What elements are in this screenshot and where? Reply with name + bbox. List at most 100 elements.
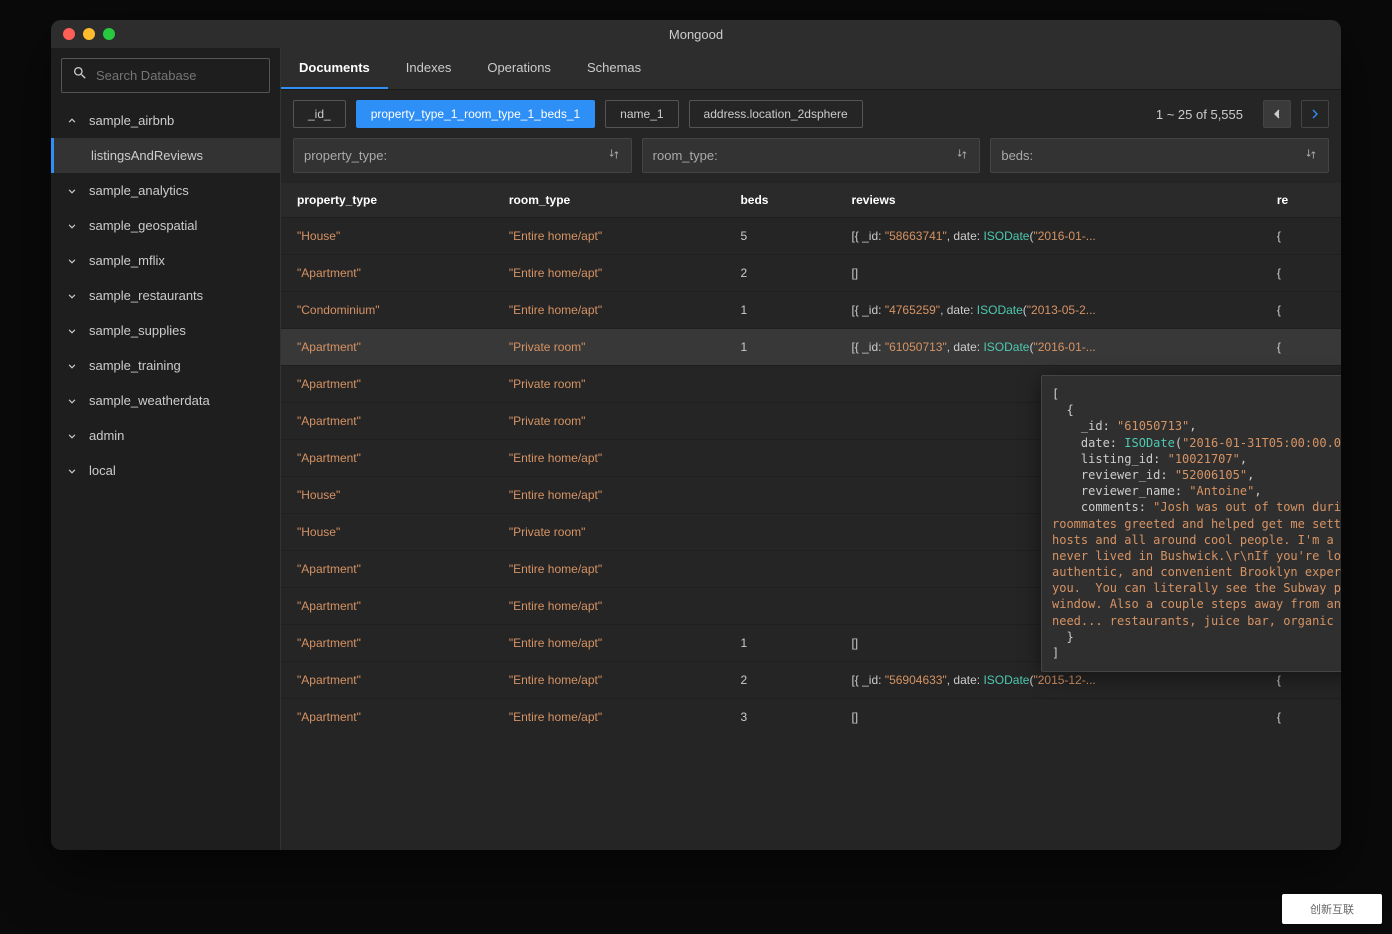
cell-beds: 5: [724, 218, 835, 255]
chevron-down-icon: [65, 429, 79, 443]
maximize-icon[interactable]: [103, 28, 115, 40]
filter-row: property_type: room_type: beds:: [281, 138, 1341, 183]
index-name_1[interactable]: name_1: [605, 100, 678, 128]
db-sample_restaurants[interactable]: sample_restaurants: [51, 278, 280, 313]
cell-beds: [724, 551, 835, 588]
cell-property-type: "Apartment": [281, 329, 493, 366]
tab-bar: DocumentsIndexesOperationsSchemas: [281, 48, 1341, 90]
app-window: Mongood sample_airbnblistingsAndReviewss…: [51, 20, 1341, 850]
db-label: sample_mflix: [89, 253, 165, 268]
index-property_type_1_room_type_1_beds_1[interactable]: property_type_1_room_type_1_beds_1: [356, 100, 595, 128]
collection-listingsAndReviews[interactable]: listingsAndReviews: [51, 138, 280, 173]
table-row[interactable]: "House""Entire home/apt"5[{ _id: "586637…: [281, 218, 1341, 255]
col-reviews[interactable]: reviews: [835, 183, 1260, 218]
cell-extra: {: [1261, 329, 1341, 366]
prev-button[interactable]: [1263, 100, 1291, 128]
cell-reviews: [{ _id: "4765259", date: ISODate("2013-0…: [835, 292, 1260, 329]
filter-beds[interactable]: beds:: [990, 138, 1329, 173]
search-database[interactable]: [61, 58, 270, 93]
cell-beds: [724, 477, 835, 514]
chevron-down-icon: [65, 219, 79, 233]
cell-beds: [724, 366, 835, 403]
chevron-down-icon: [65, 464, 79, 478]
watermark: 创新互联: [1282, 894, 1382, 924]
window-controls: [51, 28, 115, 40]
cell-beds: 2: [724, 255, 835, 292]
filter-property_type[interactable]: property_type:: [293, 138, 632, 173]
db-label: sample_training: [89, 358, 181, 373]
cell-room-type: "Private room": [493, 366, 725, 403]
sort-icon: [607, 147, 621, 164]
cell-extra: {: [1261, 699, 1341, 736]
cell-property-type: "House": [281, 218, 493, 255]
db-label: local: [89, 463, 116, 478]
col-room_type[interactable]: room_type: [493, 183, 725, 218]
chevron-down-icon: [65, 184, 79, 198]
db-admin[interactable]: admin: [51, 418, 280, 453]
cell-room-type: "Entire home/apt": [493, 477, 725, 514]
minimize-icon[interactable]: [83, 28, 95, 40]
review-tooltip: [ { _id: "61050713", date: ISODate("2016…: [1041, 375, 1341, 672]
cell-property-type: "Apartment": [281, 551, 493, 588]
cell-property-type: "Apartment": [281, 625, 493, 662]
index-_id_[interactable]: _id_: [293, 100, 346, 128]
tab-documents[interactable]: Documents: [281, 48, 388, 89]
cell-beds: 3: [724, 699, 835, 736]
table-wrap: property_typeroom_typebedsreviewsre "Hou…: [281, 183, 1341, 850]
cell-room-type: "Private room": [493, 329, 725, 366]
sort-icon: [1304, 147, 1318, 164]
col-property_type[interactable]: property_type: [281, 183, 493, 218]
sort-icon: [955, 147, 969, 164]
table-row[interactable]: "Condominium""Entire home/apt"1[{ _id: "…: [281, 292, 1341, 329]
cell-property-type: "House": [281, 477, 493, 514]
chevron-down-icon: [65, 254, 79, 268]
close-icon[interactable]: [63, 28, 75, 40]
db-sample_weatherdata[interactable]: sample_weatherdata: [51, 383, 280, 418]
table-row[interactable]: "Apartment""Private room"1[{ _id: "61050…: [281, 329, 1341, 366]
table-row[interactable]: "Apartment""Entire home/apt"2[]{: [281, 255, 1341, 292]
table-row[interactable]: "Apartment""Entire home/apt"3[]{: [281, 699, 1341, 736]
cell-beds: 1: [724, 625, 835, 662]
filter-label: room_type:: [653, 148, 718, 163]
col-re[interactable]: re: [1261, 183, 1341, 218]
cell-beds: 2: [724, 662, 835, 699]
db-sample_airbnb[interactable]: sample_airbnb: [51, 103, 280, 138]
db-sample_geospatial[interactable]: sample_geospatial: [51, 208, 280, 243]
db-local[interactable]: local: [51, 453, 280, 488]
cell-extra: {: [1261, 255, 1341, 292]
db-sample_mflix[interactable]: sample_mflix: [51, 243, 280, 278]
db-sample_supplies[interactable]: sample_supplies: [51, 313, 280, 348]
filter-room_type[interactable]: room_type:: [642, 138, 981, 173]
db-label: admin: [89, 428, 124, 443]
cell-beds: [724, 440, 835, 477]
cell-room-type: "Entire home/apt": [493, 551, 725, 588]
cell-property-type: "Apartment": [281, 699, 493, 736]
window-title: Mongood: [669, 27, 723, 42]
chevron-down-icon: [65, 359, 79, 373]
cell-reviews: [{ _id: "58663741", date: ISODate("2016-…: [835, 218, 1260, 255]
chevron-down-icon: [65, 394, 79, 408]
col-beds[interactable]: beds: [724, 183, 835, 218]
cell-room-type: "Entire home/apt": [493, 255, 725, 292]
db-sample_analytics[interactable]: sample_analytics: [51, 173, 280, 208]
sidebar: sample_airbnblistingsAndReviewssample_an…: [51, 48, 281, 850]
cell-room-type: "Entire home/apt": [493, 218, 725, 255]
search-icon: [72, 65, 88, 86]
cell-property-type: "Condominium": [281, 292, 493, 329]
cell-beds: 1: [724, 292, 835, 329]
search-input[interactable]: [96, 68, 272, 83]
cell-property-type: "Apartment": [281, 440, 493, 477]
cell-beds: [724, 403, 835, 440]
chevron-down-icon: [65, 289, 79, 303]
cell-room-type: "Entire home/apt": [493, 699, 725, 736]
main-panel: DocumentsIndexesOperationsSchemas _id_pr…: [281, 48, 1341, 850]
cell-room-type: "Entire home/apt": [493, 625, 725, 662]
tab-operations[interactable]: Operations: [469, 48, 569, 89]
index-address.location_2dsphere[interactable]: address.location_2dsphere: [689, 100, 863, 128]
next-button[interactable]: [1301, 100, 1329, 128]
tab-indexes[interactable]: Indexes: [388, 48, 470, 89]
index-row: _id_ property_type_1_room_type_1_beds_1 na…: [281, 90, 1341, 138]
db-sample_training[interactable]: sample_training: [51, 348, 280, 383]
tab-schemas[interactable]: Schemas: [569, 48, 659, 89]
db-label: sample_weatherdata: [89, 393, 210, 408]
